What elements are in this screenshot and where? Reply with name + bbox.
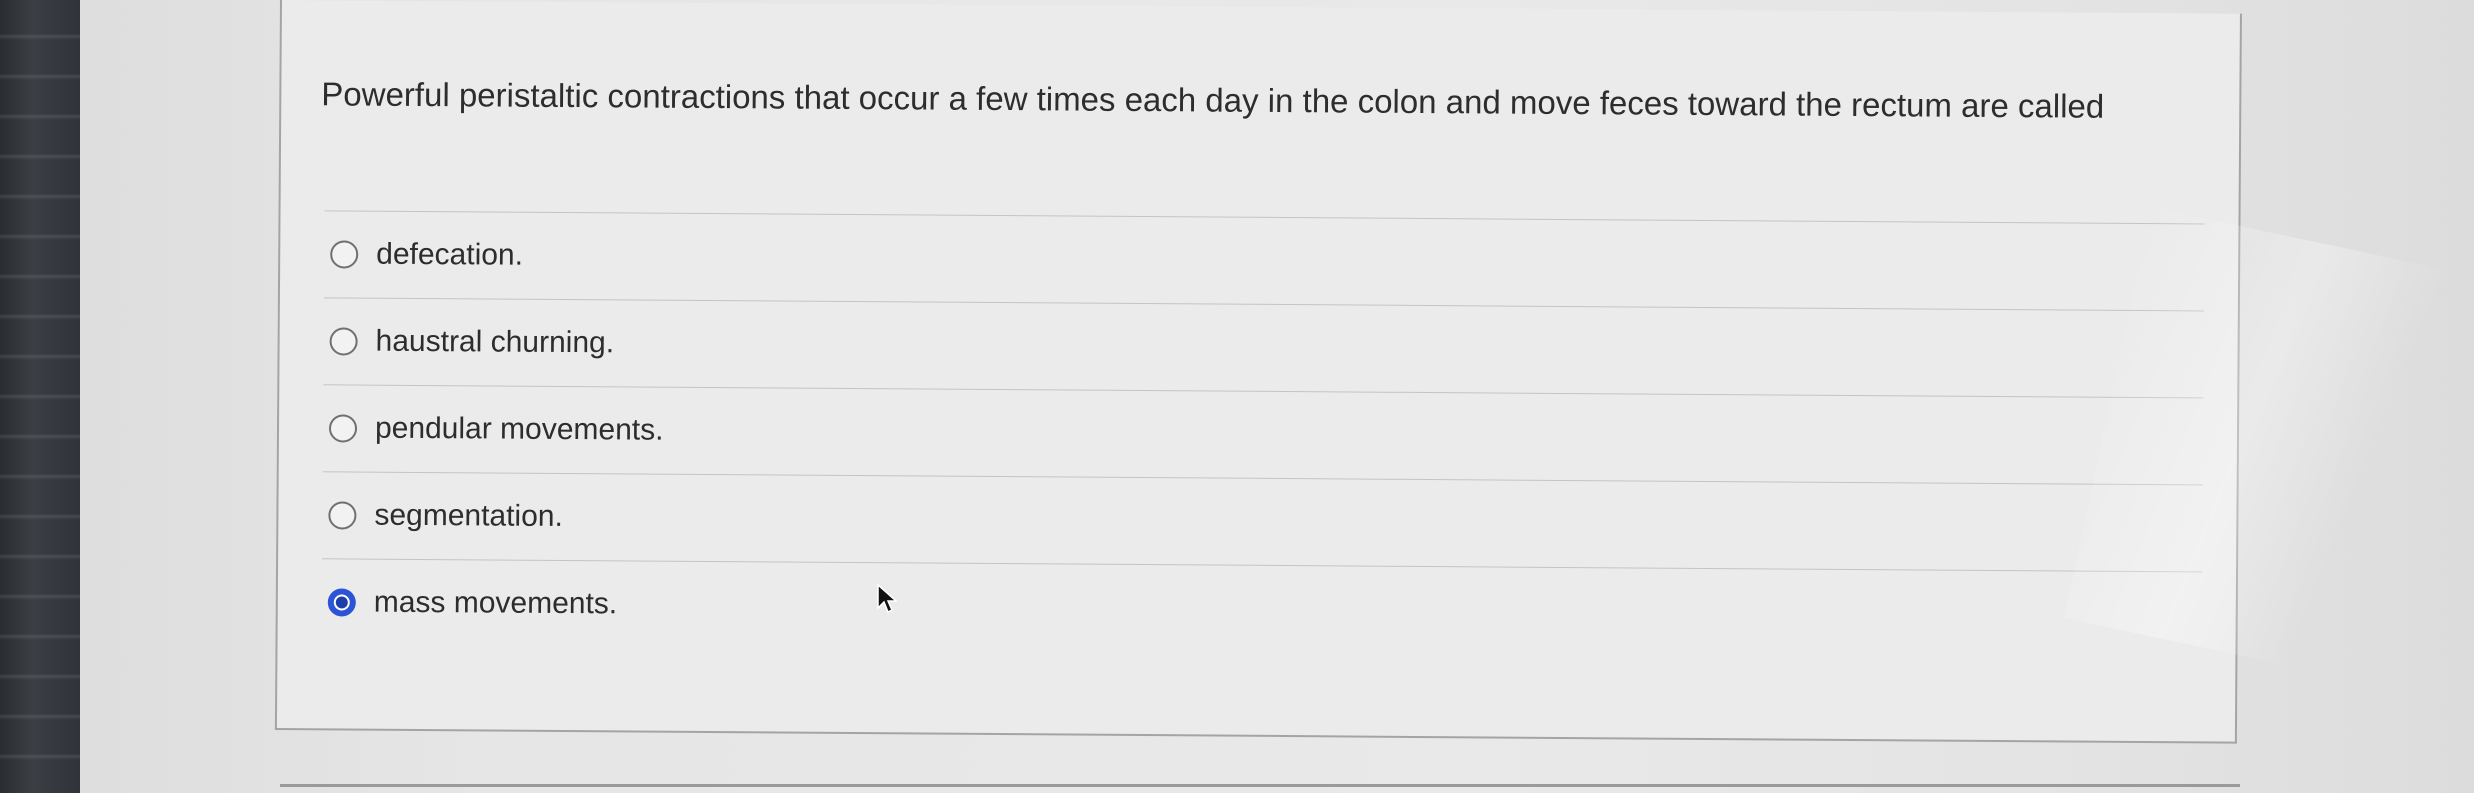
- radio-button-unselected[interactable]: [329, 327, 358, 356]
- radio-button-selected[interactable]: [327, 588, 356, 617]
- choice-defecation[interactable]: defecation.: [323, 210, 2205, 311]
- choice-label: pendular movements.: [374, 411, 664, 447]
- radio-button-unselected[interactable]: [330, 240, 359, 269]
- choice-pendular-movements[interactable]: pendular movements.: [322, 384, 2204, 485]
- answer-choices: defecation. haustral churning. pendular …: [321, 210, 2205, 659]
- screen-bezel: [0, 0, 80, 793]
- choice-label: mass movements.: [373, 585, 618, 621]
- choice-mass-movements[interactable]: mass movements.: [321, 558, 2203, 659]
- choice-segmentation[interactable]: segmentation.: [322, 471, 2203, 572]
- choice-label: defecation.: [376, 237, 524, 272]
- radio-button-unselected[interactable]: [328, 501, 357, 530]
- choice-label: haustral churning.: [375, 324, 615, 360]
- choice-label: segmentation.: [374, 498, 563, 533]
- radio-button-unselected[interactable]: [328, 414, 358, 443]
- mouse-pointer-icon: [877, 584, 898, 614]
- question-panel: Powerful peristaltic contractions that o…: [274, 0, 2242, 744]
- next-panel-edge: [280, 784, 2240, 787]
- question-text: Powerful peristaltic contractions that o…: [321, 75, 2105, 125]
- bezel-reflection: [0, 0, 80, 793]
- choice-haustral-churning[interactable]: haustral churning.: [323, 297, 2204, 398]
